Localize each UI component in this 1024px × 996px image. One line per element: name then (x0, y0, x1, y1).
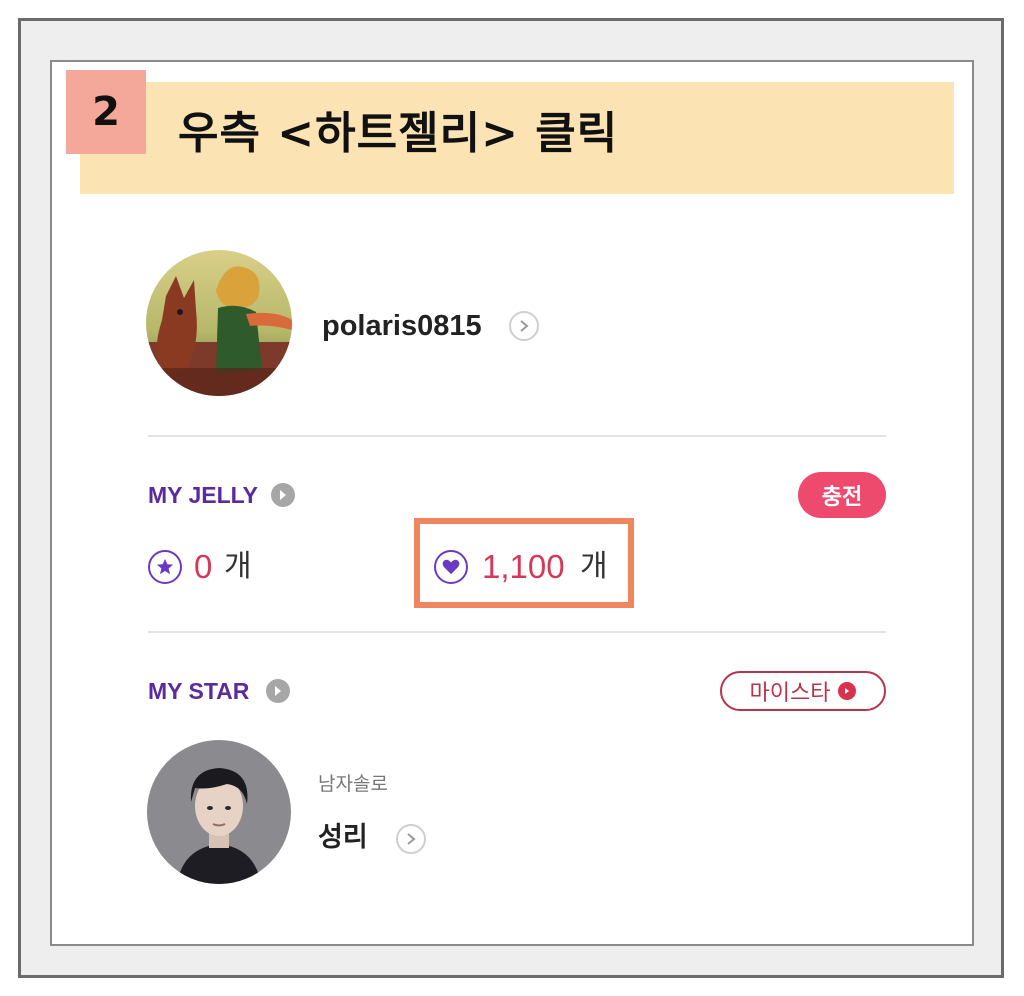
star-avatar-image (147, 740, 291, 884)
star-jelly-unit: 개 (224, 549, 252, 584)
mystar-dot-icon (838, 682, 857, 700)
divider-1 (148, 435, 886, 437)
star-name[interactable]: 성리 (318, 818, 368, 858)
profile-avatar[interactable] (146, 250, 292, 396)
mystar-button-label: 마이스타 (749, 681, 831, 706)
profile-avatar-image (146, 250, 292, 396)
star-chevron-icon[interactable] (396, 824, 426, 854)
highlight-box (414, 518, 634, 608)
star-jelly-count: 0 (194, 548, 213, 585)
step-number-badge: 2 (66, 70, 146, 154)
profile-username[interactable]: polaris0815 (322, 306, 482, 346)
star-category: 남자솔로 (318, 773, 388, 795)
my-star-arrow-icon[interactable] (266, 679, 290, 703)
profile-chevron-icon[interactable] (509, 311, 539, 341)
my-jelly-label: MY JELLY (148, 482, 258, 508)
mystar-button[interactable]: 마이스타 (720, 671, 886, 711)
star-avatar[interactable] (147, 740, 291, 884)
step-title: 우측 <하트젤리> 클릭 (178, 108, 619, 159)
star-icon (148, 550, 182, 584)
my-jelly-arrow-icon[interactable] (271, 483, 295, 507)
my-star-label: MY STAR (148, 678, 250, 704)
charge-button[interactable]: 충전 (798, 472, 886, 518)
divider-2 (148, 631, 886, 633)
